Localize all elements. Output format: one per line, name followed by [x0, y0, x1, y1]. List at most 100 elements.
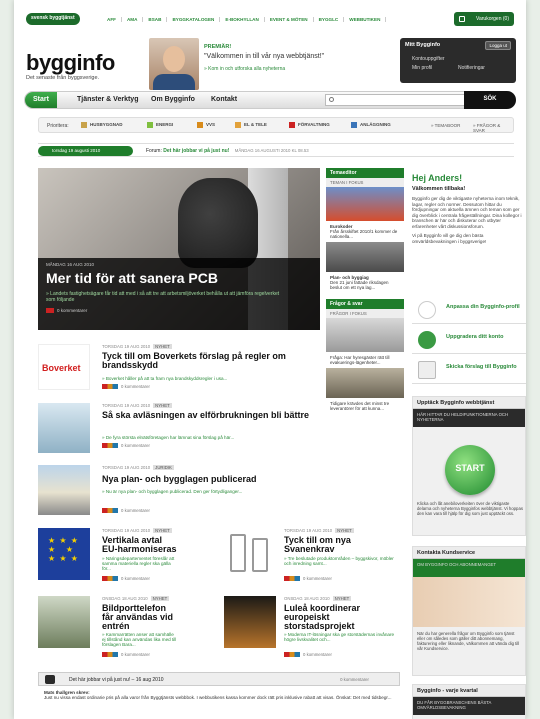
article-eu[interactable]: ★ ★ ★ ★ ★ ★ ★ ★ TORSDAG 19 AUG 2010 NYHET V… [38, 528, 178, 588]
article-comments: 0 kommentarer [284, 576, 332, 582]
discover-text: Klicka och låt anebiloverkeiten över de … [417, 501, 523, 516]
greeting-sub: Välkommen tillbaka! [412, 186, 466, 192]
faq-image-2[interactable] [326, 368, 404, 398]
article-title[interactable]: Nya plan- och bygglagen publicerad [102, 475, 320, 484]
bygginfo-logo[interactable]: bygginfo [26, 50, 115, 76]
tagline: Det senaste från byggsverige. [26, 75, 100, 81]
account-link[interactable]: Kontouppgifter [412, 56, 445, 62]
hero-lead[interactable]: » Landets fastighetsägare får tid att me… [46, 291, 286, 303]
article-bildporttelefon[interactable]: ONSDAG 18 AUG 2010 NYHET Bildporttelefon … [38, 596, 178, 662]
quarterly-title[interactable]: Bygginfo - varje kvartal [413, 685, 525, 697]
article-lead: » Boverket håller på att ta fram nya bra… [102, 376, 228, 381]
article-title[interactable]: Luleå koordinerar europeiskt storstadspr… [284, 604, 400, 631]
cs-sub: OM BYGGINFO OCH ABONNEMANGET [413, 559, 525, 577]
intro-text-2: Vi på Bygginfo vill ge dig den bästa omv… [412, 233, 487, 244]
search-input[interactable] [325, 94, 475, 106]
forum-bottom-title[interactable]: Det här jobbar vi på just nu! – 16 aug 2… [69, 677, 164, 683]
article-meta: TORSDAG 19 AUG 2010 NYHET [284, 528, 354, 533]
faq-item-1[interactable]: Fråga: Har hyresgäster rätt till evakuer… [326, 352, 404, 368]
search-button[interactable]: SÖK [464, 91, 516, 109]
article-title[interactable]: Så ska avläsningen av elförbrukningen bl… [102, 411, 320, 420]
cs-title[interactable]: Kontakta Kundservice [413, 547, 525, 559]
top-links: AFF AMA BSAB BYGGKATALOGEN E-BOKHYLLAN E… [102, 17, 387, 22]
toplink-byggkatalogen[interactable]: BYGGKATALOGEN [167, 17, 221, 22]
chip-vvs[interactable]: VVS [197, 122, 215, 128]
temabor-link[interactable]: » TEMABOOR [431, 123, 460, 128]
action-profile[interactable]: Anpassa din Bygginfo-profil [412, 296, 526, 324]
discover-title[interactable]: Upptäck Bygginfo webbtjänst [413, 397, 525, 409]
welcome-quote: "Välkommen in till vår nya webbtjänst!" [204, 53, 325, 60]
cart-label: Varukorgen (0) [476, 16, 509, 22]
article-elforbrukning[interactable]: TORSDAG 19 AUG 2010 NYHET Så ska avläsnin… [38, 403, 320, 458]
cs-photo [413, 577, 525, 627]
cart-button[interactable]: Varukorgen (0) [454, 12, 514, 26]
action-upgrade[interactable]: Uppgradera ditt konto [412, 326, 526, 354]
toplink-ebokhyllan[interactable]: E-BOKHYLLAN [220, 17, 265, 22]
explore-news-link[interactable]: » Kom in och utforska alla nyheterna [204, 66, 285, 72]
customer-service-box: Kontakta Kundservice OM BYGGINFO OCH ABO… [412, 546, 526, 676]
byggtjanst-link[interactable]: svensk byggtjänst [26, 13, 80, 25]
forum-strip: torsdag 19 augusti 2010 Forum: Det här j… [38, 143, 514, 157]
article-lulea[interactable]: ONSDAG 18 AUG 2010 NYHET Luleå koordinera… [224, 596, 400, 662]
article-plan-bygglag[interactable]: TORSDAG 19 AUG 2010 JURIDIK Nya plan- och… [38, 465, 320, 520]
faq-image[interactable] [326, 318, 404, 352]
priority-label: Prioritera: [47, 123, 69, 129]
action-suggest[interactable]: Skicka förslag till Bygginfo [412, 356, 526, 384]
premiar-label: PREMIÄR! [204, 44, 232, 50]
hero-title[interactable]: Mer tid för att sanera PCB [46, 270, 312, 286]
article-lead: » Tre beslutade produktområden – byggski… [284, 556, 394, 566]
cs-text: När du har generella frågor om Bygginfo … [417, 631, 520, 651]
toplink-webbutiken[interactable]: WEBBUTIKEN [344, 17, 387, 22]
article-comments: 0 kommentarer [102, 652, 150, 658]
faq-header[interactable]: Frågor & svar [326, 299, 404, 309]
article-title[interactable]: Tyck till om Boverkets förslag på regler… [102, 352, 320, 370]
nav-om[interactable]: Om Bygginfo [143, 92, 203, 108]
eurokoder-image[interactable] [326, 187, 404, 221]
article-title[interactable]: Tyck till om nya Svanenkrav [284, 536, 400, 554]
start-button[interactable]: START [445, 445, 495, 495]
nav-kontakt[interactable]: Kontakt [203, 92, 245, 108]
chip-el-tele[interactable]: EL & TELE [235, 122, 267, 128]
article-svanen[interactable]: TORSDAG 19 AUG 2010 NYHET Tyck till om ny… [224, 528, 400, 588]
article-comments: 0 kommentarer [102, 508, 150, 514]
chip-anlaggning[interactable]: ANLÄGGNING [351, 122, 391, 128]
theme-header[interactable]: Temaeditor [326, 168, 404, 178]
notifications-link[interactable]: Notifieringar [458, 65, 485, 71]
toplink-aff[interactable]: AFF [102, 17, 122, 22]
eurokoder-item[interactable]: Eurokoder Från årsskiftet 2010/1 kommer d… [326, 221, 404, 242]
faq-item-2[interactable]: Tidigare krävdes det minst tre leverantö… [326, 398, 404, 414]
nav-start[interactable]: Start [25, 92, 57, 108]
planlag-item[interactable]: Plan- och byggiag Den 21 juni fattade rik… [326, 272, 404, 293]
logout-button[interactable]: Logga ut [485, 41, 511, 50]
eu-flag-thumb: ★ ★ ★ ★ ★ ★ ★ ★ [38, 528, 90, 580]
toplink-event[interactable]: EVENT & MÖTEN [265, 17, 314, 22]
article-meta: TORSDAG 19 AUG 2010 JURIDIK [102, 465, 174, 470]
envelope-icon [418, 361, 436, 379]
arrow-up-icon [418, 331, 436, 349]
theme-sub: TEMAN I FOKUS [326, 178, 404, 187]
article-title[interactable]: Bildporttelefon får användas vid entrén [102, 604, 178, 631]
hero-article[interactable]: MÅNDAG 16 AUG 2010 Mer tid för att saner… [38, 168, 320, 330]
my-bygginfo-title: Mitt Bygginfo [405, 42, 441, 48]
toplink-bsab[interactable]: BSAB [143, 17, 168, 22]
forum-bottom-bar[interactable]: Det här jobbar vi på just nu! – 16 aug 2… [38, 672, 400, 686]
article-title[interactable]: Vertikala avtal EU-harmoniseras [102, 536, 178, 554]
article-boverket[interactable]: Boverket TORSDAG 19 AUG 2010 NYHET Tyck t… [38, 344, 320, 399]
toplink-bygglc[interactable]: BYGGLC [314, 17, 345, 22]
chip-forvaltning[interactable]: FÖRVALTNING [289, 122, 330, 128]
planlag-image[interactable] [326, 242, 404, 272]
discover-box: Upptäck Bygginfo webbtjänst HÄR HITTAR D… [412, 396, 526, 536]
buildings-thumb [38, 465, 90, 515]
article-lead: » Moderna IT-lösningar ska ge storstäder… [284, 632, 395, 642]
hero-comments[interactable]: 0 kommentarer [46, 308, 312, 314]
toplink-ama[interactable]: AMA [122, 17, 144, 22]
chip-husbyggnad[interactable]: HUSBYGGNAD [81, 122, 123, 128]
forum-topic[interactable]: Det här jobbar vi på just nu! [163, 148, 229, 154]
theme-column: Temaeditor TEMAN I FOKUS Eurokoder Från å… [326, 168, 404, 508]
article-comments: 0 kommentarer [284, 652, 332, 658]
faq-link[interactable]: » FRÅGOR & SVAR [473, 123, 513, 133]
profile-link[interactable]: Min profil [412, 65, 432, 71]
forum-bottom-comments[interactable]: 0 kommentarer [340, 677, 369, 682]
chip-energi[interactable]: ENERGI [147, 122, 173, 128]
nav-tjanster[interactable]: Tjänster & Verktyg [69, 92, 146, 108]
